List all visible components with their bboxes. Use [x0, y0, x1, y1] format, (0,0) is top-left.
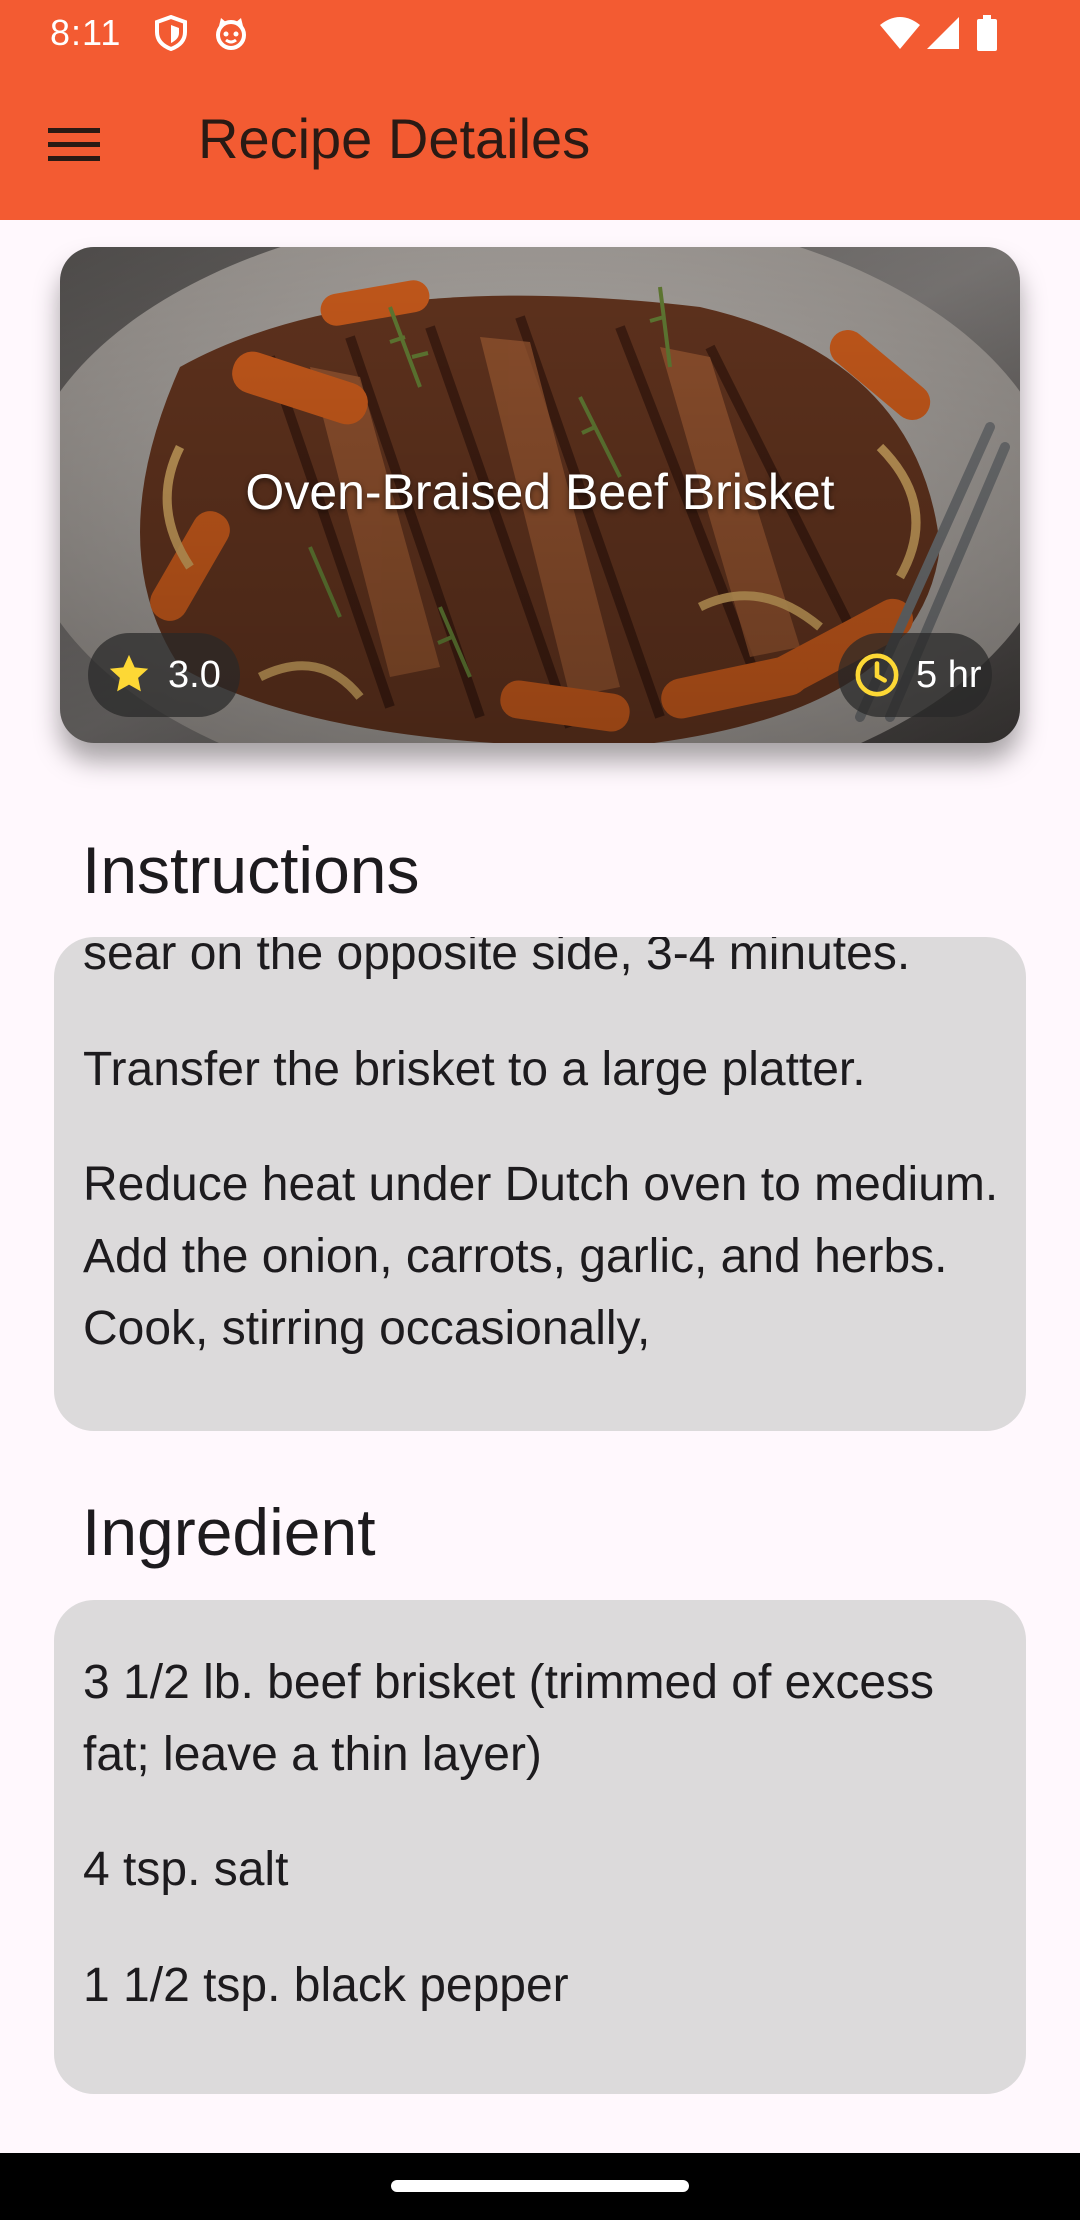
- status-bar: 8:11: [0, 0, 1080, 66]
- ingredients-panel[interactable]: 3 1/2 lb. beef brisket (trimmed of exces…: [54, 1600, 1026, 2094]
- clock-icon: [852, 650, 902, 700]
- instruction-step: Transfer the brisket to a large platter.: [83, 1043, 866, 1096]
- cat-face-icon: [212, 14, 250, 52]
- star-icon: [104, 650, 154, 700]
- ingredient-item: 1 1/2 tsp. black pepper: [83, 1959, 569, 2012]
- recipe-hero-card[interactable]: Oven-Braised Beef Brisket 3.0 5 hr: [60, 247, 1020, 743]
- battery-icon: [974, 14, 1000, 52]
- rating-value: 3.0: [168, 653, 221, 696]
- instruction-step: Reduce heat under Dutch oven to medium. …: [83, 1158, 999, 1355]
- instruction-step: sear on the opposite side, 3-4 minutes.: [83, 937, 911, 980]
- recipe-title: Oven-Braised Beef Brisket: [245, 464, 835, 520]
- app-bar: Recipe Detailes: [0, 66, 1080, 220]
- time-value: 5 hr: [916, 653, 982, 696]
- shield-icon: [152, 14, 190, 52]
- hamburger-menu-icon[interactable]: [42, 112, 106, 176]
- navigation-bar: [0, 2153, 1080, 2220]
- instructions-panel[interactable]: sear on the opposite side, 3-4 minutes. …: [54, 937, 1026, 1431]
- rating-chip: 3.0: [88, 633, 240, 717]
- ingredient-heading: Ingredient: [82, 1495, 376, 1569]
- signal-icon: [924, 14, 962, 52]
- wifi-icon: [878, 14, 922, 52]
- ingredient-item: 4 tsp. salt: [83, 1843, 289, 1896]
- status-time: 8:11: [50, 12, 122, 53]
- instructions-heading: Instructions: [82, 833, 420, 907]
- time-chip: 5 hr: [838, 633, 992, 717]
- page-title: Recipe Detailes: [198, 107, 591, 170]
- home-gesture-handle[interactable]: [391, 2180, 689, 2192]
- ingredient-item: 3 1/2 lb. beef brisket (trimmed of exces…: [83, 1656, 935, 1781]
